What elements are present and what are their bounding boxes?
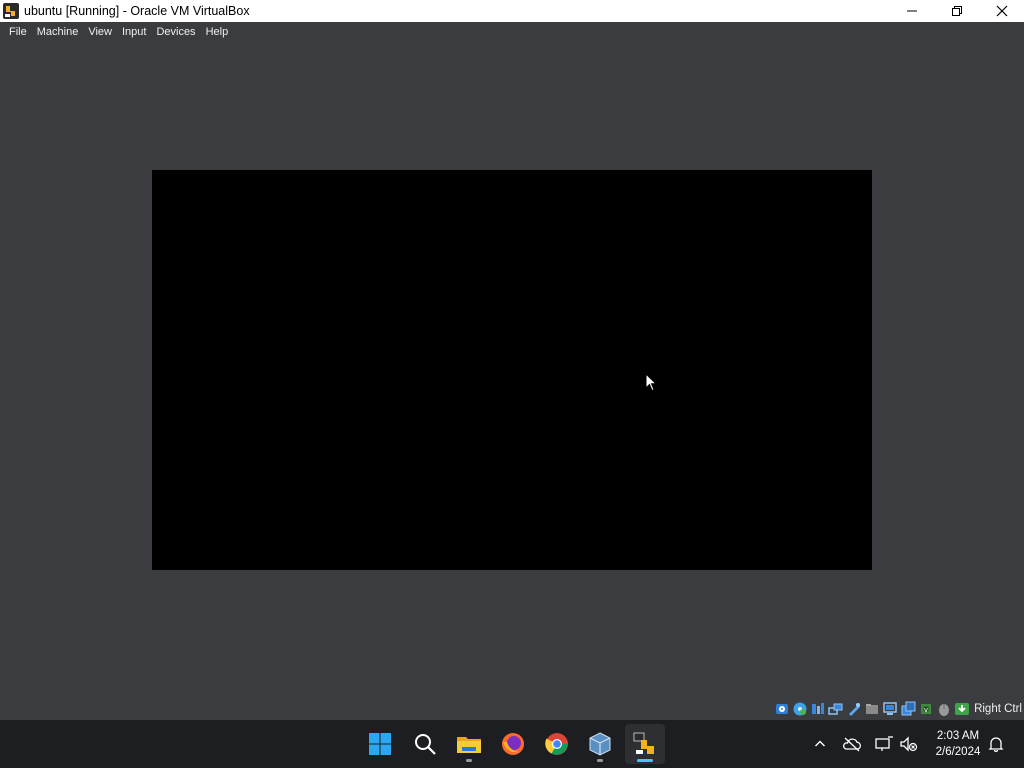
host-key-label: Right Ctrl bbox=[974, 703, 1022, 715]
close-icon bbox=[996, 5, 1007, 17]
onedrive-tray[interactable] bbox=[842, 734, 862, 754]
svg-text:v: v bbox=[924, 706, 928, 714]
volume-tray[interactable] bbox=[899, 734, 919, 754]
menu-bar: File Machine View Input Devices Help bbox=[0, 22, 1024, 42]
windows-start-icon bbox=[369, 733, 391, 755]
close-button[interactable] bbox=[979, 0, 1024, 22]
menu-view[interactable]: View bbox=[83, 22, 117, 42]
notification-button[interactable] bbox=[986, 734, 1006, 754]
network-tray[interactable] bbox=[874, 734, 894, 754]
shared-folders-icon[interactable] bbox=[864, 701, 880, 717]
menu-file[interactable]: File bbox=[4, 22, 32, 42]
windows-taskbar: 2:03 AM 2/6/2024 bbox=[0, 720, 1024, 768]
menu-input[interactable]: Input bbox=[117, 22, 151, 42]
firefox-icon bbox=[502, 733, 524, 755]
menu-devices[interactable]: Devices bbox=[151, 22, 200, 42]
restore-button[interactable] bbox=[934, 0, 979, 22]
taskbar-file-explorer[interactable] bbox=[449, 724, 489, 764]
chrome-icon bbox=[545, 733, 568, 755]
optical-drive-icon[interactable] bbox=[792, 701, 808, 717]
chevron-up-icon bbox=[815, 740, 825, 747]
window-titlebar: ubuntu [Running] - Oracle VM VirtualBox bbox=[0, 0, 1024, 22]
clock-date: 2/6/2024 bbox=[935, 746, 981, 758]
taskbar-virtualbox-vm[interactable] bbox=[625, 724, 665, 764]
active-indicator bbox=[637, 759, 653, 762]
menu-help[interactable]: Help bbox=[201, 22, 234, 42]
volume-muted-icon bbox=[900, 736, 918, 752]
network-disconnected-icon bbox=[875, 736, 893, 751]
start-button[interactable] bbox=[360, 724, 400, 764]
taskbar-virtualbox-manager[interactable] bbox=[580, 724, 620, 764]
window-controls bbox=[889, 0, 1024, 22]
vm-display[interactable] bbox=[152, 170, 872, 570]
keyboard-icon[interactable] bbox=[954, 701, 970, 717]
clock-time: 2:03 AM bbox=[936, 730, 980, 742]
minimize-button[interactable] bbox=[889, 0, 934, 22]
usb-icon[interactable] bbox=[846, 701, 862, 717]
search-icon bbox=[415, 734, 436, 755]
recording-icon[interactable] bbox=[900, 701, 916, 717]
mouse-integration-icon[interactable] bbox=[936, 701, 952, 717]
notification-bell-icon bbox=[988, 737, 1004, 752]
taskbar-search-button[interactable] bbox=[405, 724, 445, 764]
vm-status-bar: v Right Ctrl bbox=[774, 698, 1024, 720]
display-icon[interactable] bbox=[882, 701, 898, 717]
taskbar-clock[interactable]: 2:03 AM 2/6/2024 bbox=[928, 728, 988, 760]
restore-icon bbox=[951, 6, 962, 16]
window-title: ubuntu [Running] - Oracle VM VirtualBox bbox=[24, 4, 250, 18]
menu-machine[interactable]: Machine bbox=[32, 22, 84, 42]
network-icon[interactable] bbox=[828, 701, 844, 717]
virtualbox-vm-icon bbox=[633, 732, 654, 754]
cpu-icon[interactable]: v bbox=[918, 701, 934, 717]
virtualbox-app-icon bbox=[3, 3, 19, 19]
running-indicator bbox=[597, 759, 603, 762]
show-hidden-icons-button[interactable] bbox=[810, 734, 830, 754]
taskbar-chrome[interactable] bbox=[537, 724, 577, 764]
taskbar-firefox[interactable] bbox=[493, 724, 533, 764]
onedrive-icon bbox=[843, 737, 861, 752]
running-indicator bbox=[466, 759, 472, 762]
mouse-pointer-icon bbox=[645, 373, 657, 392]
minimize-icon bbox=[906, 10, 917, 12]
virtualbox-manager-icon bbox=[589, 732, 611, 756]
file-explorer-icon bbox=[457, 737, 481, 753]
hard-disk-icon[interactable] bbox=[774, 701, 790, 717]
audio-icon[interactable] bbox=[810, 701, 826, 717]
